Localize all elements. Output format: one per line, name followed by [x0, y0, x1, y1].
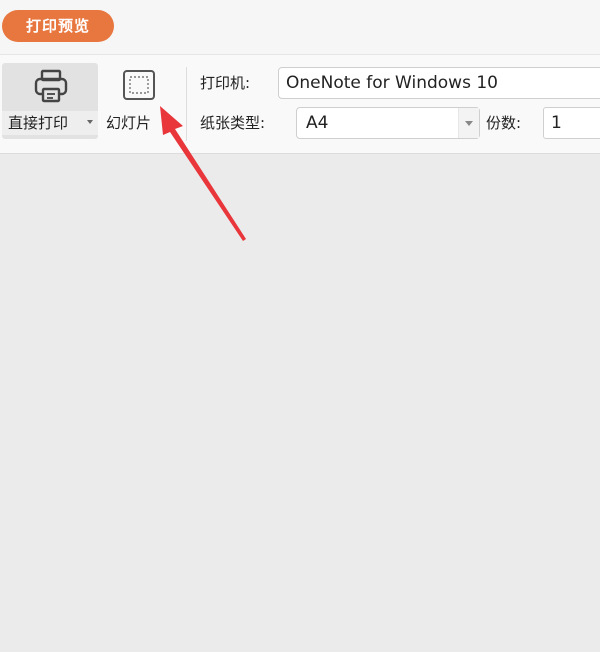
chevron-down-icon [465, 121, 473, 126]
direct-print-button[interactable]: 直接打印 [2, 63, 98, 139]
slide-frame-icon [123, 70, 155, 100]
chevron-down-icon[interactable] [87, 120, 93, 124]
print-toolbar: 直接打印 幻灯片 打印机: OneNote for Windows 10 纸张类… [0, 54, 600, 154]
paper-type-value: A4 [306, 113, 329, 133]
paper-type-dropdown[interactable] [458, 108, 479, 138]
copies-input[interactable]: 1 [543, 107, 600, 139]
printer-select[interactable]: OneNote for Windows 10 [278, 67, 600, 99]
slide-label: 幻灯片 [106, 114, 152, 132]
slide-button[interactable]: 幻灯片 [104, 63, 174, 139]
paper-type-select[interactable]: A4 [296, 107, 480, 139]
printer-icon [34, 69, 68, 103]
printer-label: 打印机: [200, 74, 251, 92]
title-bar: 打印预览 [0, 0, 600, 54]
paper-type-label: 纸张类型: [200, 114, 266, 132]
direct-print-label: 直接打印 [2, 111, 98, 135]
copies-label: 份数: [486, 114, 522, 132]
toolbar-divider [186, 67, 187, 141]
print-preview-tab[interactable]: 打印预览 [2, 10, 114, 42]
